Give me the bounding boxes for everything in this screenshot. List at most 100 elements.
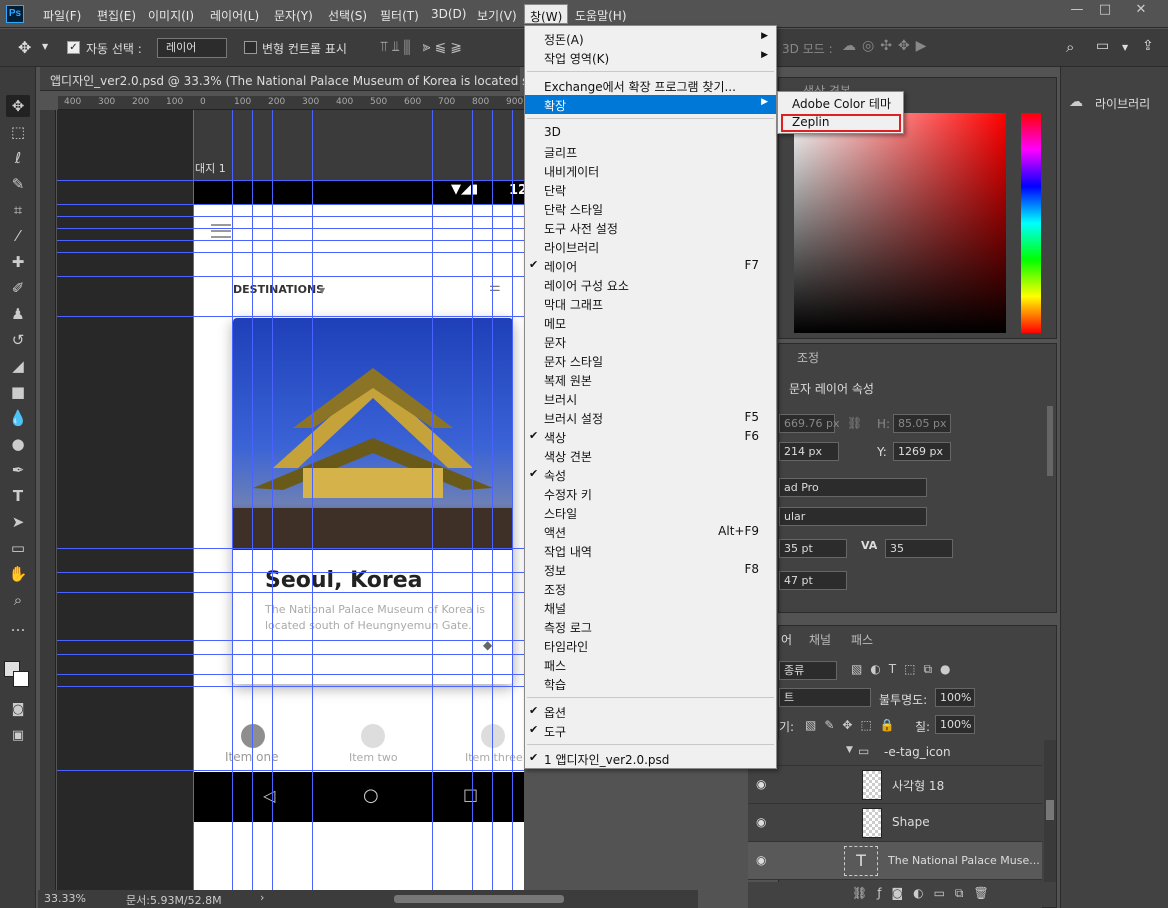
menu-item[interactable]: 라이브러리 — [525, 237, 776, 256]
menu-item[interactable]: ✔ 속성 — [525, 465, 776, 484]
menu-item[interactable]: 브러시 — [525, 389, 776, 408]
layer-row[interactable]: ◉ 사각형 18 — [748, 766, 1042, 804]
document-tab[interactable]: 앱디자인_ver2.0.psd @ 33.3% (The National Pa… — [40, 67, 571, 91]
chevron-down-icon[interactable]: ▼ — [846, 745, 853, 755]
quick-mask-icon[interactable]: ◙ — [6, 699, 30, 721]
menu-item[interactable]: 글리프 — [525, 142, 776, 161]
layers-tab[interactable]: 어 — [781, 631, 792, 648]
menu-item[interactable]: 내비게이터 — [525, 161, 776, 180]
menu-filter[interactable]: 필터(T) — [380, 7, 419, 24]
menu-item[interactable]: ✔ 도구 — [525, 721, 776, 740]
artboard-label[interactable]: 대지 1 — [195, 160, 226, 176]
menu-item[interactable]: 확장 ▶ — [525, 95, 776, 114]
quick-select-icon[interactable]: ✎ — [6, 173, 30, 195]
menu-item[interactable]: 레이어 구성 요소 — [525, 275, 776, 294]
minimize-icon[interactable]: — — [1066, 2, 1088, 20]
menu-select[interactable]: 선택(S) — [328, 7, 367, 24]
workspace-icon[interactable]: ▭ — [1096, 38, 1109, 54]
artboard[interactable]: ▼◢▮ 12 DESTINATIONS ▼ ⚌ Seoul, Korea The… — [193, 180, 524, 890]
link-icon[interactable]: ⛓ — [847, 416, 862, 430]
healing-brush-icon[interactable]: ✚ — [6, 251, 30, 273]
leading-field[interactable]: 47 pt — [779, 571, 847, 590]
menu-item[interactable]: 브러시 설정 F5 — [525, 408, 776, 427]
share-icon[interactable]: ⇪ — [1142, 38, 1154, 54]
library-tab[interactable]: 라이브러리 — [1095, 95, 1150, 112]
menu-item[interactable]: 수정자 키 — [525, 484, 776, 503]
search-icon[interactable]: ⌕ — [1066, 38, 1074, 56]
auto-select-checkbox[interactable]: ✓ — [67, 41, 80, 54]
transform-checkbox[interactable] — [244, 41, 257, 54]
lasso-tool-icon[interactable]: ℓ — [6, 147, 30, 169]
gradient-tool-icon[interactable]: ■ — [6, 381, 30, 403]
stamp-tool-icon[interactable]: ♟ — [6, 303, 30, 325]
auto-select-dropdown[interactable]: 레이어 — [157, 38, 227, 58]
menu-item[interactable]: 메모 — [525, 313, 776, 332]
fill-field[interactable]: 100% — [935, 715, 975, 734]
zoom-level[interactable]: 33.33% — [44, 892, 86, 905]
chevron-down-icon[interactable]: ▼ — [1122, 43, 1128, 52]
eye-icon[interactable]: ◉ — [756, 815, 766, 829]
menu-edit[interactable]: 편집(E) — [97, 7, 136, 24]
pen-tool-icon[interactable]: ✒ — [6, 459, 30, 481]
adjustments-tab[interactable]: 조정 — [797, 349, 819, 366]
menu-item[interactable]: ✔ 옵션 — [525, 702, 776, 721]
menu-item[interactable]: 학습 — [525, 674, 776, 693]
dodge-tool-icon[interactable]: ● — [6, 433, 30, 455]
height-field[interactable]: 85.05 px — [893, 414, 951, 433]
menu-item[interactable]: 문자 — [525, 332, 776, 351]
channels-tab[interactable]: 채널 — [809, 631, 831, 648]
marquee-tool-icon[interactable]: ⬚ — [6, 121, 30, 143]
rectangle-tool-icon[interactable]: ▭ — [6, 537, 30, 559]
blend-mode-dropdown[interactable]: 트 — [779, 688, 871, 707]
lock-icons[interactable]: ▧✎✥⬚🔒 — [805, 718, 903, 732]
opacity-field[interactable]: 100% — [935, 688, 975, 707]
menu-item[interactable]: 스타일 — [525, 503, 776, 522]
menu-item[interactable]: ✔ 1 앱디자인_ver2.0.psd — [525, 749, 776, 768]
menu-item[interactable]: 작업 영역(K) ▶ — [525, 48, 776, 67]
menu-item[interactable]: ✔ 레이어 F7 — [525, 256, 776, 275]
chevron-down-icon[interactable]: ▼ — [42, 42, 48, 51]
layer-row[interactable]: ◉ Shape — [748, 804, 1042, 842]
hue-slider[interactable] — [1021, 113, 1041, 333]
menu-item[interactable]: 색상 견본 — [525, 446, 776, 465]
hand-tool-icon[interactable]: ✋ — [6, 563, 30, 585]
library-icon[interactable]: ☁ — [1069, 94, 1083, 110]
status-menu-arrow-icon[interactable]: › — [260, 891, 264, 904]
menu-item[interactable]: 복제 원본 — [525, 370, 776, 389]
path-select-icon[interactable]: ➤ — [6, 511, 30, 533]
eye-icon[interactable]: ◉ — [756, 853, 766, 867]
eye-icon[interactable]: ◉ — [756, 777, 766, 791]
menu-item[interactable]: 단락 — [525, 180, 776, 199]
layer-row-selected[interactable]: ◉ T The National Palace Muse... — [748, 842, 1042, 880]
zoom-tool-icon[interactable]: ⌕ — [6, 589, 30, 611]
menu-item[interactable]: 문자 스타일 — [525, 351, 776, 370]
menu-view[interactable]: 보기(V) — [477, 7, 517, 24]
menu-item[interactable]: 측정 로그 — [525, 617, 776, 636]
menu-window[interactable]: 창(W) — [524, 4, 569, 24]
x-field[interactable]: 214 px — [779, 442, 839, 461]
menu-item[interactable]: 막대 그래프 — [525, 294, 776, 313]
menu-item[interactable]: 작업 내역 — [525, 541, 776, 560]
more-tools-icon[interactable]: … — [6, 615, 30, 637]
menu-item[interactable]: 정돈(A) ▶ — [525, 29, 776, 48]
crop-tool-icon[interactable]: ⌗ — [6, 199, 30, 221]
layer-kind-filter[interactable]: 종류 — [779, 661, 837, 680]
menu-item[interactable]: 채널 — [525, 598, 776, 617]
menu-type[interactable]: 문자(Y) — [274, 7, 313, 24]
background-color-swatch[interactable] — [13, 671, 29, 687]
menu-item[interactable]: ✔ 색상 F6 — [525, 427, 776, 446]
width-field[interactable]: 669.76 px — [779, 414, 839, 433]
move-tool-icon[interactable]: ✥ — [6, 95, 30, 117]
submenu-item-adobe-color[interactable]: Adobe Color 테마 — [778, 93, 903, 112]
maximize-icon[interactable]: □ — [1094, 2, 1116, 20]
menu-item[interactable]: 도구 사전 설정 — [525, 218, 776, 237]
font-family-dropdown[interactable]: ad Pro — [779, 478, 927, 497]
blur-tool-icon[interactable]: 💧 — [6, 407, 30, 429]
history-brush-icon[interactable]: ↺ — [6, 329, 30, 351]
layers-scrollbar[interactable] — [1044, 740, 1056, 882]
menu-item[interactable]: 3D — [525, 123, 776, 142]
menu-layer[interactable]: 레이어(L) — [210, 7, 259, 24]
document-size[interactable]: 문서:5.93M/52.8M — [126, 892, 222, 908]
menu-item[interactable]: 타임라인 — [525, 636, 776, 655]
layer-filter-icons[interactable]: ▧◐T⬚⧉● — [851, 662, 959, 677]
